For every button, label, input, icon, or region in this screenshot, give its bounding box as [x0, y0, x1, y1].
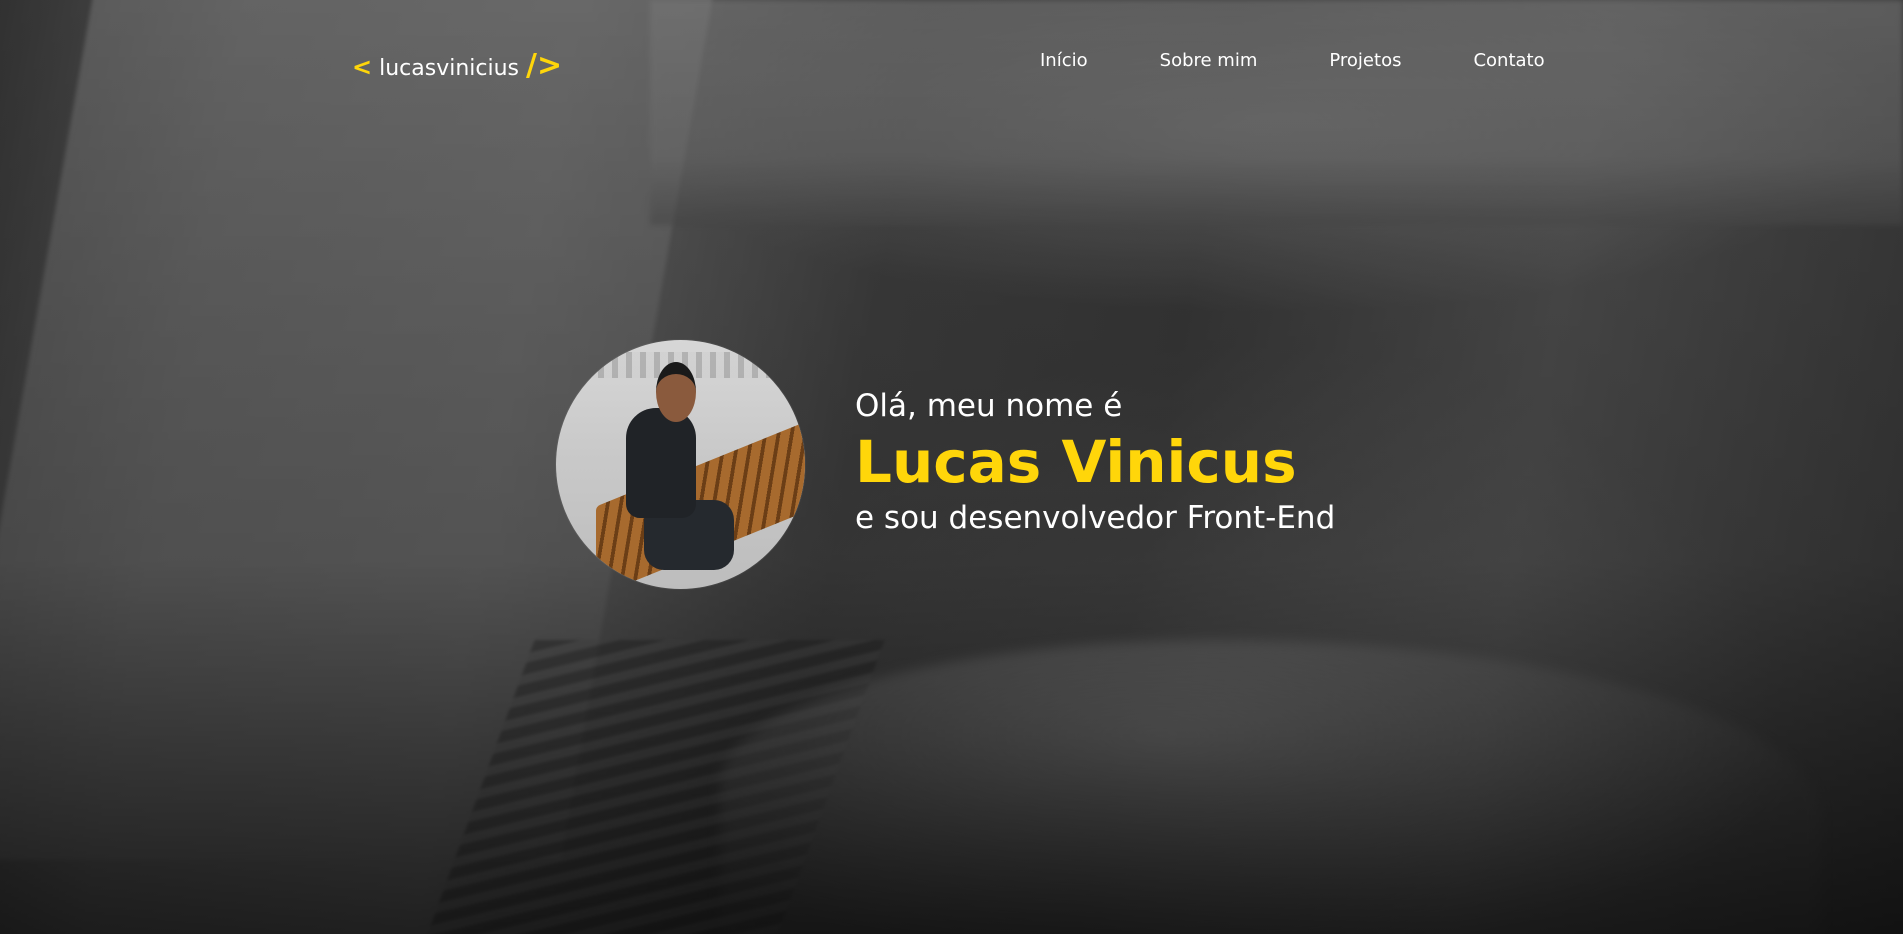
nav-item-projetos[interactable]: Projetos — [1329, 50, 1401, 71]
logo-close-bracket: /> — [526, 48, 563, 83]
site-logo[interactable]: < lucasvinicius /> — [352, 48, 562, 83]
intro-greeting: Olá, meu nome é — [855, 388, 1123, 424]
intro-block: Olá, meu nome é Lucas Vinicus e sou dese… — [855, 386, 1335, 538]
avatar-person-body — [626, 408, 696, 518]
logo-text: lucasvinicius — [379, 56, 520, 81]
intro-role: e sou desenvolvedor Front-End — [855, 500, 1336, 536]
nav-item-contato[interactable]: Contato — [1473, 50, 1544, 71]
hero-section: < lucasvinicius /> Início Sobre mim Proj… — [0, 0, 1903, 934]
nav-item-sobre-mim[interactable]: Sobre mim — [1160, 50, 1258, 71]
nav-item-inicio[interactable]: Início — [1040, 50, 1088, 71]
main-nav: Início Sobre mim Projetos Contato — [1040, 50, 1545, 71]
profile-avatar — [556, 340, 805, 589]
avatar-person-head — [656, 362, 696, 422]
intro-name: Lucas Vinicus — [855, 428, 1297, 496]
logo-open-bracket: < — [352, 53, 373, 81]
